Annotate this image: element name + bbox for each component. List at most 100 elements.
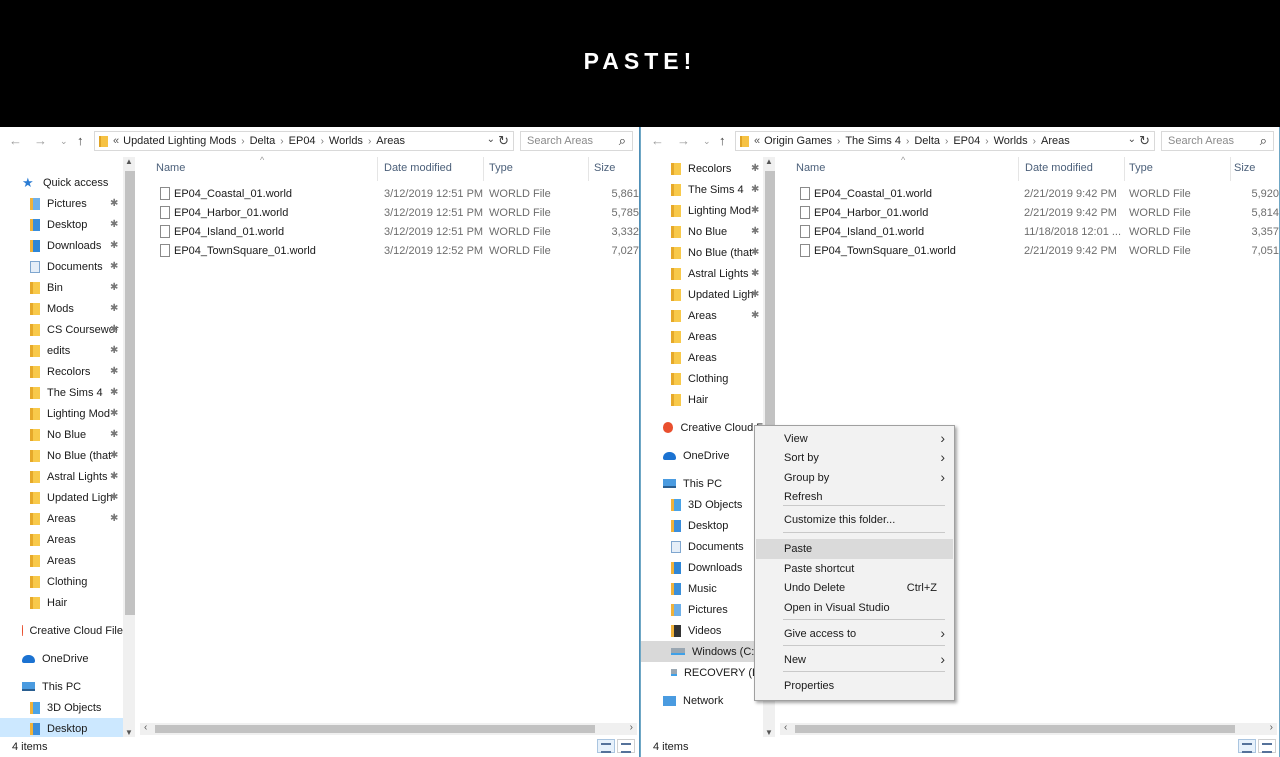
pin-icon[interactable]: ✱ xyxy=(110,408,118,419)
nav-item[interactable]: This PC xyxy=(0,676,123,697)
nav-item[interactable]: Pictures ✱ xyxy=(0,193,123,214)
large-icons-view-icon[interactable] xyxy=(617,739,635,753)
scroll-down-icon[interactable]: ▼ xyxy=(123,728,135,737)
pin-icon[interactable]: ✱ xyxy=(110,471,118,482)
column-type[interactable]: Type xyxy=(489,162,513,174)
pin-icon[interactable]: ✱ xyxy=(751,289,759,300)
up-arrow-icon[interactable]: ↑ xyxy=(77,133,84,148)
refresh-icon[interactable]: ↻ xyxy=(1139,133,1150,149)
pin-icon[interactable]: ✱ xyxy=(751,268,759,279)
breadcrumb-separator-icon[interactable]: › xyxy=(280,136,283,147)
breadcrumb-item[interactable]: Worlds xyxy=(994,135,1028,147)
nav-item[interactable]: The Sims 4 ✱ xyxy=(641,179,763,200)
nav-item[interactable]: Areas ✱ xyxy=(641,305,763,326)
breadcrumb-separator-icon[interactable]: › xyxy=(321,136,324,147)
pin-icon[interactable]: ✱ xyxy=(110,261,118,272)
menu-item[interactable]: Refresh xyxy=(756,487,953,507)
recent-locations-chevron-icon[interactable]: ⌄ xyxy=(60,136,68,147)
nav-item[interactable]: Lighting Mod ✱ xyxy=(0,403,123,424)
nav-item[interactable]: Downloads xyxy=(641,557,763,578)
nav-item[interactable]: Creative Cloud File xyxy=(0,620,123,641)
address-bar[interactable]: « Origin Games › The Sims 4 › Delta › EP04 › Wor… xyxy=(735,131,1155,151)
nav-item[interactable]: Astral Lights - ✱ xyxy=(641,263,763,284)
pin-icon[interactable]: ✱ xyxy=(110,303,118,314)
column-divider[interactable] xyxy=(377,157,378,181)
nav-item[interactable]: No Blue (that ✱ xyxy=(641,242,763,263)
breadcrumb-separator-icon[interactable]: › xyxy=(368,136,371,147)
nav-item[interactable]: Areas xyxy=(0,550,123,571)
nav-item[interactable]: Areas ✱ xyxy=(0,508,123,529)
nav-item[interactable]: 3D Objects xyxy=(641,494,763,515)
nav-item[interactable]: Lighting Mod ✱ xyxy=(641,200,763,221)
search-input[interactable]: Search Areas ⌕ xyxy=(520,131,633,151)
nav-item[interactable]: Areas xyxy=(641,347,763,368)
nav-item[interactable]: This PC xyxy=(641,473,763,494)
back-arrow-icon[interactable]: ← xyxy=(9,133,22,148)
nav-item[interactable]: Clothing xyxy=(0,571,123,592)
column-type[interactable]: Type xyxy=(1129,162,1153,174)
nav-item[interactable]: Bin ✱ xyxy=(0,277,123,298)
pin-icon[interactable]: ✱ xyxy=(110,366,118,377)
nav-item[interactable]: Clothing xyxy=(641,368,763,389)
scroll-down-icon[interactable]: ▼ xyxy=(763,728,775,737)
breadcrumb-item[interactable]: Areas xyxy=(376,135,405,147)
column-size[interactable]: Size xyxy=(594,162,615,174)
large-icons-view-icon[interactable] xyxy=(1258,739,1276,753)
breadcrumb[interactable]: Updated Lighting Mods › Delta › EP04 › Worlds ›… xyxy=(123,135,405,147)
nav-item[interactable]: Desktop ✱ xyxy=(0,214,123,235)
pin-icon[interactable]: ✱ xyxy=(751,226,759,237)
overflow-chevrons-icon[interactable]: « xyxy=(754,135,760,147)
breadcrumb-item[interactable]: EP04 xyxy=(289,135,316,147)
nav-item[interactable]: OneDrive xyxy=(641,445,763,466)
column-size[interactable]: Size xyxy=(1234,162,1255,174)
breadcrumb-separator-icon[interactable]: › xyxy=(241,136,244,147)
column-divider[interactable] xyxy=(1124,157,1125,181)
nav-item[interactable]: No Blue (that ✱ xyxy=(0,445,123,466)
menu-item[interactable]: Paste shortcut xyxy=(756,559,953,579)
pin-icon[interactable]: ✱ xyxy=(110,282,118,293)
breadcrumb-item[interactable]: Origin Games xyxy=(764,135,832,147)
pin-icon[interactable]: ✱ xyxy=(751,184,759,195)
pin-icon[interactable]: ✱ xyxy=(110,450,118,461)
scroll-left-icon[interactable]: ‹ xyxy=(144,722,147,733)
horizontal-scrollbar[interactable]: ‹ › xyxy=(780,722,1277,735)
forward-arrow-icon[interactable]: → xyxy=(34,133,47,148)
file-row[interactable]: EP04_Harbor_01.world 3/12/2019 12:51 PM WO… xyxy=(156,204,639,223)
address-dropdown-icon[interactable]: ⌄ xyxy=(487,134,495,145)
column-date-modified[interactable]: Date modified xyxy=(384,162,452,174)
nav-item[interactable]: No Blue ✱ xyxy=(0,424,123,445)
details-view-icon[interactable] xyxy=(1238,739,1256,753)
scroll-right-icon[interactable]: › xyxy=(1270,722,1273,733)
breadcrumb-item[interactable]: EP04 xyxy=(953,135,980,147)
pin-icon[interactable]: ✱ xyxy=(110,513,118,524)
nav-item[interactable]: Desktop xyxy=(0,718,123,737)
pin-icon[interactable]: ✱ xyxy=(110,219,118,230)
search-input[interactable]: Search Areas ⌕ xyxy=(1161,131,1274,151)
scroll-thumb[interactable] xyxy=(765,171,775,456)
address-bar[interactable]: « Updated Lighting Mods › Delta › EP04 › World… xyxy=(94,131,514,151)
column-date-modified[interactable]: Date modified xyxy=(1025,162,1093,174)
pin-icon[interactable]: ✱ xyxy=(110,324,118,335)
file-row[interactable]: EP04_Harbor_01.world 2/21/2019 9:42 PM WOR… xyxy=(796,204,1279,223)
back-arrow-icon[interactable]: ← xyxy=(651,133,664,148)
nav-item[interactable]: Videos xyxy=(641,620,763,641)
scroll-thumb[interactable] xyxy=(125,171,135,615)
nav-item[interactable]: Areas xyxy=(0,529,123,550)
nav-item[interactable]: Windows (C:) xyxy=(641,641,763,662)
nav-item[interactable]: Recolors ✱ xyxy=(0,361,123,382)
pin-icon[interactable]: ✱ xyxy=(751,205,759,216)
scroll-up-icon[interactable]: ▲ xyxy=(123,157,135,166)
pin-icon[interactable]: ✱ xyxy=(110,240,118,251)
breadcrumb-item[interactable]: Updated Lighting Mods xyxy=(123,135,236,147)
breadcrumb-separator-icon[interactable]: › xyxy=(837,136,840,147)
up-arrow-icon[interactable]: ↑ xyxy=(719,133,726,148)
breadcrumb-item[interactable]: The Sims 4 xyxy=(845,135,901,147)
menu-item[interactable]: Open in Visual Studio xyxy=(756,598,953,618)
breadcrumb-separator-icon[interactable]: › xyxy=(906,136,909,147)
file-row[interactable]: EP04_TownSquare_01.world 2/21/2019 9:42 P… xyxy=(796,242,1279,261)
nav-item[interactable]: Documents xyxy=(641,536,763,557)
nav-item[interactable]: Network xyxy=(641,690,763,711)
nav-item[interactable]: Updated Ligh ✱ xyxy=(641,284,763,305)
scroll-right-icon[interactable]: › xyxy=(630,722,633,733)
file-row[interactable]: EP04_Island_01.world 3/12/2019 12:51 PM WO… xyxy=(156,223,639,242)
